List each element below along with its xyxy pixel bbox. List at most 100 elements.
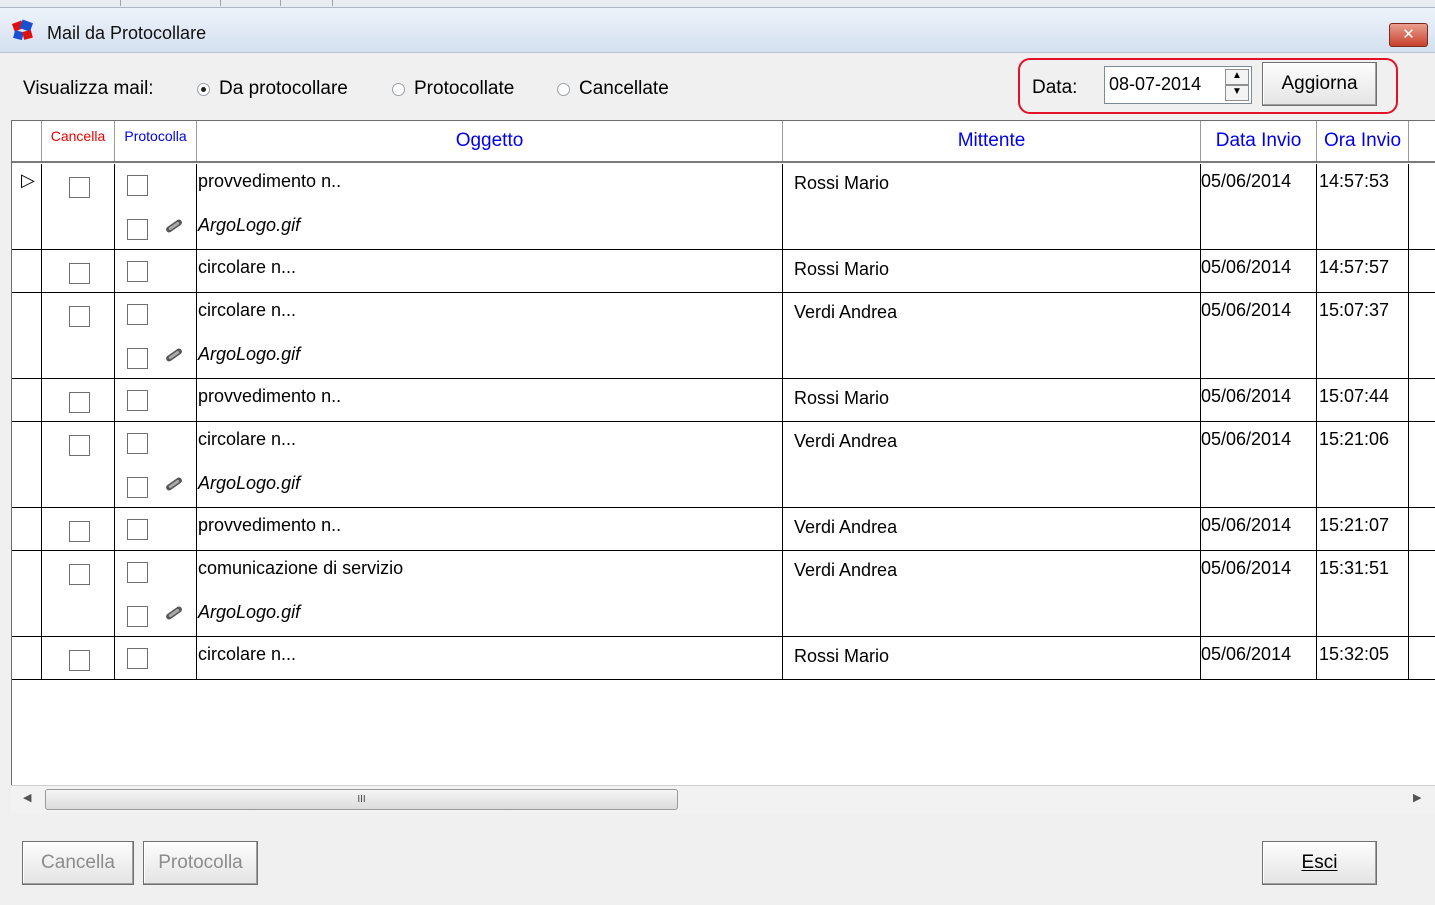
table-row[interactable]: provvedimento n.. Rossi Mario 05/06/2014 15…	[12, 379, 1435, 422]
radio-icon	[392, 82, 405, 96]
date-spinner[interactable]: ▲ ▼	[1225, 69, 1249, 101]
title-bar: Mail da Protocollare ✕	[0, 8, 1435, 53]
protocolla-checkbox[interactable]	[127, 519, 148, 540]
header-ora-invio[interactable]: Ora Invio	[1317, 121, 1409, 161]
scroll-right-icon[interactable]: ▶	[1413, 791, 1421, 804]
ora-invio-text: 14:57:57	[1319, 257, 1390, 277]
scroll-left-icon[interactable]: ◀	[23, 791, 31, 804]
mittente-text: Rossi Mario	[794, 173, 890, 193]
header-cancella[interactable]: Cancella	[42, 121, 115, 161]
spin-down-icon[interactable]: ▼	[1225, 85, 1249, 101]
mittente-text: Rossi Mario	[794, 646, 890, 666]
data-invio-text: 05/06/2014	[1201, 171, 1292, 191]
data-invio-text: 05/06/2014	[1201, 644, 1292, 664]
protocolla-checkbox[interactable]	[127, 390, 148, 411]
attachment-checkbox[interactable]	[127, 606, 148, 627]
protocolla-checkbox[interactable]	[127, 304, 148, 325]
mittente-text: Verdi Andrea	[794, 560, 898, 580]
oggetto-text: provvedimento n..	[198, 171, 342, 191]
radio-selected-icon	[197, 82, 210, 96]
cancella-checkbox[interactable]	[69, 177, 90, 198]
attachment-name[interactable]: ArgoLogo.gif	[198, 602, 300, 623]
table-cell	[12, 551, 42, 636]
aggiorna-button[interactable]: Aggiorna	[1262, 62, 1377, 106]
close-button[interactable]: ✕	[1389, 23, 1428, 47]
radio-da-protocollare[interactable]: Da protocollare	[197, 78, 348, 100]
radio-label: Cancellate	[579, 78, 669, 99]
attachment-checkbox[interactable]	[127, 348, 148, 369]
strip-tick	[332, 0, 333, 6]
filter-label: Visualizza mail:	[23, 78, 154, 99]
protocolla-checkbox[interactable]	[127, 433, 148, 454]
strip-tick	[220, 0, 221, 6]
attachment-name[interactable]: ArgoLogo.gif	[198, 344, 300, 365]
attachment-checkbox[interactable]	[127, 477, 148, 498]
esci-label: Esci	[1301, 852, 1338, 873]
protocolla-checkbox[interactable]	[127, 175, 148, 196]
cancella-checkbox[interactable]	[69, 435, 90, 456]
oggetto-text: provvedimento n..	[198, 515, 342, 535]
cancella-checkbox[interactable]	[69, 306, 90, 327]
row-indicator-icon: ▷	[21, 170, 35, 190]
data-invio-text: 05/06/2014	[1201, 300, 1292, 320]
cancella-checkbox[interactable]	[69, 392, 90, 413]
data-invio-text: 05/06/2014	[1201, 515, 1292, 535]
mittente-text: Verdi Andrea	[794, 431, 898, 451]
close-icon: ✕	[1402, 26, 1415, 43]
cancella-checkbox[interactable]	[69, 650, 90, 671]
header-mittente[interactable]: Mittente	[783, 121, 1201, 161]
table-row[interactable]: circolare n... Rossi Mario 05/06/2014 15:32…	[12, 637, 1435, 680]
header-oggetto[interactable]: Oggetto	[197, 121, 783, 161]
ora-invio-text: 15:07:37	[1319, 300, 1390, 320]
horizontal-scrollbar[interactable]: ◀ III ▶	[11, 785, 1435, 813]
table-row[interactable]: ▷ provvedimento n.. Rossi Mario 05/06/2014 1…	[12, 164, 1435, 250]
date-value: 08-07-2014	[1109, 74, 1202, 94]
radio-icon	[557, 82, 570, 96]
table-row[interactable]: comunicazione di servizio Verdi Andrea 05/…	[12, 551, 1435, 637]
attachment-icon	[166, 219, 182, 233]
cancella-checkbox[interactable]	[69, 564, 90, 585]
attachment-name[interactable]: ArgoLogo.gif	[198, 473, 300, 494]
mail-grid: Cancella Protocolla Oggetto Mittente Dat…	[11, 120, 1435, 813]
esci-button[interactable]: Esci	[1262, 841, 1377, 885]
table-row[interactable]: circolare n... Verdi Andrea 05/06/2014 15:2…	[12, 422, 1435, 508]
table-row[interactable]: circolare n... Rossi Mario 05/06/2014 14:57…	[12, 250, 1435, 293]
top-strip	[0, 0, 1435, 8]
grid-header: Cancella Protocolla Oggetto Mittente Dat…	[12, 121, 1435, 163]
oggetto-text: circolare n...	[198, 257, 297, 277]
strip-tick	[280, 0, 281, 6]
mittente-text: Rossi Mario	[794, 388, 890, 408]
protocolla-button[interactable]: Protocolla	[143, 841, 258, 885]
cancella-button[interactable]: Cancella	[22, 841, 134, 885]
radio-cancellate[interactable]: Cancellate	[557, 78, 669, 100]
date-input[interactable]: 08-07-2014 ▲ ▼	[1104, 66, 1252, 104]
cancella-checkbox[interactable]	[69, 521, 90, 542]
oggetto-text: comunicazione di servizio	[198, 558, 404, 578]
header-indicator	[12, 121, 42, 161]
ora-invio-text: 14:57:53	[1319, 171, 1390, 191]
protocolla-checkbox[interactable]	[127, 648, 148, 669]
data-invio-text: 05/06/2014	[1201, 558, 1292, 578]
ora-invio-text: 15:32:05	[1319, 644, 1390, 664]
spin-up-icon[interactable]: ▲	[1225, 69, 1249, 85]
protocolla-checkbox[interactable]	[127, 562, 148, 583]
radio-protocollate[interactable]: Protocollate	[392, 78, 514, 100]
table-row[interactable]: provvedimento n.. Verdi Andrea 05/06/2014 1…	[12, 508, 1435, 551]
attachment-checkbox[interactable]	[127, 219, 148, 240]
window-title: Mail da Protocollare	[47, 23, 207, 43]
table-cell	[12, 293, 42, 378]
attachment-icon	[166, 606, 182, 620]
cancella-checkbox[interactable]	[69, 263, 90, 284]
table-row[interactable]: circolare n... Verdi Andrea 05/06/2014 15:0…	[12, 293, 1435, 379]
ora-invio-text: 15:07:44	[1319, 386, 1390, 406]
ora-invio-text: 15:31:51	[1319, 558, 1390, 578]
data-invio-text: 05/06/2014	[1201, 429, 1292, 449]
header-data-invio[interactable]: Data Invio	[1201, 121, 1317, 161]
mittente-text: Verdi Andrea	[794, 302, 898, 322]
attachment-name[interactable]: ArgoLogo.gif	[198, 215, 300, 236]
data-invio-text: 05/06/2014	[1201, 386, 1292, 406]
radio-label: Protocollate	[414, 78, 515, 99]
scroll-thumb[interactable]: III	[45, 789, 678, 810]
header-protocolla[interactable]: Protocolla	[115, 121, 197, 161]
protocolla-checkbox[interactable]	[127, 261, 148, 282]
